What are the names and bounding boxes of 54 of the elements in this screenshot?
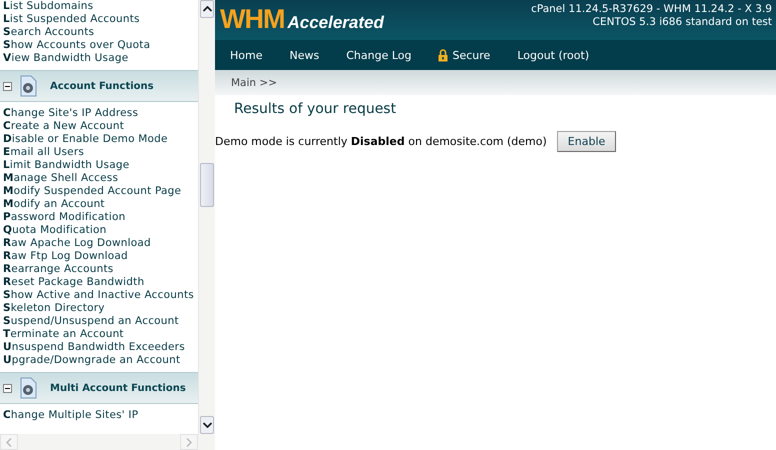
version-info: CENTOS 5.3 i686 standard on test (592, 16, 772, 29)
sidebar-link[interactable]: List Subdomains (0, 0, 198, 13)
logo-wordmark: WHM (220, 4, 284, 34)
sidebar-link[interactable]: Limit Bandwidth Usage (0, 159, 198, 172)
sidebar-link[interactable]: Modify Suspended Account Page (0, 185, 198, 198)
right-caret-icon (186, 438, 192, 446)
sidebar-link[interactable]: Terminate an Account (0, 328, 198, 341)
sidebar-link[interactable]: Disable or Enable Demo Mode (0, 133, 198, 146)
sidebar-link[interactable]: Unsuspend Bandwidth Exceeders (0, 341, 198, 354)
collapse-icon[interactable] (3, 384, 12, 392)
sidebar-link[interactable]: Password Modification (0, 211, 198, 224)
nav-link[interactable]: Home (230, 48, 262, 62)
lock-icon (438, 48, 448, 62)
logo-tagline: Accelerated (287, 13, 384, 33)
sidebar-link[interactable]: Manage Shell Access (0, 172, 198, 185)
up-caret-icon (202, 6, 212, 12)
sidebar-link[interactable]: Reset Package Bandwidth (0, 276, 198, 289)
sidebar-link[interactable]: Modify an Account (0, 198, 198, 211)
sidebar-link[interactable]: Search Accounts (0, 26, 198, 39)
sidebar-link[interactable]: Show Accounts over Quota (0, 39, 198, 52)
sidebar-link[interactable]: List Suspended Accounts (0, 13, 198, 26)
sidebar-link[interactable]: Change Site's IP Address (0, 107, 198, 120)
scroll-up-button[interactable] (200, 0, 214, 18)
section-title: Multi Account Functions (50, 382, 186, 394)
sidebar-link[interactable]: View Bandwidth Usage (0, 52, 198, 65)
nav-link[interactable]: News (289, 48, 320, 62)
sidebar-link[interactable]: Quota Modification (0, 224, 198, 237)
sidebar-link[interactable]: Change Multiple Sites' IP (0, 409, 198, 422)
nav-link[interactable]: Change Log (346, 48, 412, 62)
scroll-left-button[interactable] (0, 434, 18, 450)
status-message: Demo mode is currently Disabled on demosite.com (demo) (215, 135, 547, 148)
enable-button[interactable]: Enable (556, 131, 616, 152)
section-title: Account Functions (50, 80, 154, 92)
page-heading: Results of your request (234, 101, 398, 117)
sidebar-link[interactable]: Create a New Account (0, 120, 198, 133)
sidebar-link[interactable]: Upgrade/Downgrade an Account (0, 354, 198, 367)
down-caret-icon (202, 422, 212, 428)
left-caret-icon (6, 438, 12, 446)
sidebar-link[interactable]: Skeleton Directory (0, 302, 198, 315)
breadcrumb[interactable]: Main >> (231, 76, 277, 88)
sidebar-link[interactable]: Show Active and Inactive Accounts (0, 289, 198, 302)
scroll-down-button[interactable] (200, 416, 214, 434)
sidebar-link[interactable]: Raw Ftp Log Download (0, 250, 198, 263)
sidebar-link[interactable]: Email all Users (0, 146, 198, 159)
horizontal-scrollbar[interactable] (0, 434, 215, 450)
sidebar-link[interactable]: Rearrange Accounts (0, 263, 198, 276)
vertical-scrollbar[interactable] (198, 0, 215, 434)
scrollbar-thumb[interactable] (200, 163, 214, 207)
version-info: cPanel 11.24.5-R37629 - WHM 11.24.2 - X 3.9 (531, 3, 772, 16)
nav-link[interactable]: Secure (438, 48, 490, 62)
nav-link[interactable]: Logout (root) (517, 48, 590, 62)
sidebar-link[interactable]: Suspend/Unsuspend an Account (0, 315, 198, 328)
collapse-icon[interactable] (3, 82, 12, 90)
sidebar-link[interactable]: Raw Apache Log Download (0, 237, 198, 250)
